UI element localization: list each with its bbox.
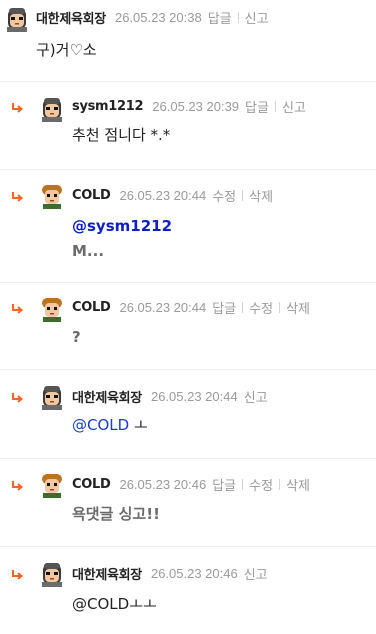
comment-meta: 대한제육회장 26.05.23 20:46 신고 [72, 563, 268, 583]
delete-link[interactable]: 삭제 [249, 186, 273, 205]
divider [242, 189, 244, 201]
delete-link[interactable]: 삭제 [286, 298, 310, 317]
comment-meta: COLD 26.05.23 20:46 답글 수정 삭제 [72, 474, 310, 494]
comment-actions: 답글 신고 [245, 97, 306, 116]
comment-author[interactable]: 대한제육회장 [72, 387, 142, 406]
comment-meta: COLD 26.05.23 20:44 답글 수정 삭제 [72, 297, 310, 317]
comment-item: COLD 26.05.23 20:44 답글 수정 삭제 ? [0, 283, 376, 370]
avatar-icon[interactable] [38, 94, 66, 122]
comment-date: 26.05.23 20:46 [150, 565, 238, 581]
comment-date: 26.05.23 20:46 [119, 476, 207, 492]
reply-arrow-icon [12, 192, 24, 202]
comment-item: 대한제육회장 26.05.23 20:38 답글 신고 구)거♡소 [0, 0, 376, 82]
comment-body: ? [72, 326, 81, 348]
comment-mention[interactable]: @COLD [72, 595, 129, 613]
comment-body: 추천 점니다 *.* [72, 124, 170, 146]
comment-date: 26.05.23 20:39 [152, 98, 240, 114]
avatar-icon[interactable] [38, 181, 66, 209]
comment-meta: COLD 26.05.23 20:44 수정 삭제 [72, 185, 273, 205]
comment-text: @COLD ㅗ [72, 414, 148, 436]
comment-body: 욕댓글 싱고!! [72, 503, 160, 525]
delete-link[interactable]: 삭제 [286, 475, 310, 494]
comment-text: M... [72, 242, 105, 260]
comment-list: 대한제육회장 26.05.23 20:38 답글 신고 구)거♡소 sysm12… [0, 0, 376, 634]
divider [279, 478, 281, 490]
comment-item: 대한제육회장 26.05.23 20:44 신고 @COLD ㅗ [0, 370, 376, 459]
comment-date: 26.05.23 20:44 [150, 388, 238, 404]
comment-item: COLD 26.05.23 20:46 답글 수정 삭제 욕댓글 싱고!! [0, 459, 376, 547]
comment-actions: 답글 수정 삭제 [212, 298, 310, 317]
reply-arrow-icon [12, 304, 24, 314]
comment-body: @COLD ㅗ [72, 414, 148, 436]
comment-item: COLD 26.05.23 20:44 수정 삭제 @sysm1212 M... [0, 170, 376, 283]
comment-text: 구)거♡소 [36, 41, 97, 59]
comment-meta: 대한제육회장 26.05.23 20:44 신고 [72, 386, 268, 406]
avatar-icon[interactable] [38, 470, 66, 498]
edit-link[interactable]: 수정 [249, 475, 273, 494]
comment-text: 추천 점니다 *.* [72, 126, 171, 144]
reply-link[interactable]: 답글 [208, 8, 232, 27]
avatar-icon[interactable] [3, 4, 31, 32]
comment-actions: 답글 수정 삭제 [212, 475, 310, 494]
comment-author[interactable]: 대한제육회장 [36, 8, 106, 27]
reply-link[interactable]: 답글 [212, 475, 236, 494]
reply-link[interactable]: 답글 [245, 97, 269, 116]
comment-item: sysm1212 26.05.23 20:39 답글 신고 추천 점니다 *.* [0, 82, 376, 170]
avatar-icon[interactable] [38, 294, 66, 322]
report-link[interactable]: 신고 [244, 387, 268, 406]
comment-date: 26.05.23 20:38 [114, 9, 202, 25]
comment-actions: 신고 [244, 564, 268, 583]
comment-body: 구)거♡소 [36, 39, 97, 61]
comment-author[interactable]: 대한제육회장 [72, 564, 142, 583]
comment-text-rest: ㅗ [129, 416, 148, 434]
comment-author[interactable]: COLD [72, 300, 111, 315]
reply-arrow-icon [12, 393, 24, 403]
comment-meta: sysm1212 26.05.23 20:39 답글 신고 [72, 96, 306, 116]
reply-arrow-icon [12, 103, 24, 113]
comment-meta: 대한제육회장 26.05.23 20:38 답글 신고 [36, 7, 269, 27]
comment-author[interactable]: COLD [72, 188, 111, 203]
report-link[interactable]: 신고 [244, 564, 268, 583]
divider [279, 301, 281, 313]
comment-actions: 답글 신고 [208, 8, 269, 27]
edit-link[interactable]: 수정 [249, 298, 273, 317]
comment-text: ? [72, 328, 81, 346]
comment-text-rest: ㅗㅗ [129, 595, 157, 613]
comment-date: 26.05.23 20:44 [119, 187, 207, 203]
avatar-icon[interactable] [38, 382, 66, 410]
comment-author[interactable]: sysm1212 [72, 99, 144, 114]
avatar-icon[interactable] [38, 559, 66, 587]
comment-text: 욕댓글 싱고!! [72, 505, 160, 523]
divider [237, 11, 239, 23]
comment-body: @sysm1212 M... [72, 215, 172, 262]
comment-author[interactable]: COLD [72, 477, 111, 492]
comment-mention[interactable]: @sysm1212 [72, 215, 172, 237]
comment-actions: 수정 삭제 [212, 186, 273, 205]
divider [242, 301, 244, 313]
comment-date: 26.05.23 20:44 [119, 299, 207, 315]
divider [242, 478, 244, 490]
comment-mention[interactable]: @COLD [72, 416, 129, 434]
reply-arrow-icon [12, 570, 24, 580]
comment-text: @COLDㅗㅗ [72, 593, 157, 615]
edit-link[interactable]: 수정 [212, 186, 236, 205]
report-link[interactable]: 신고 [245, 8, 269, 27]
comment-item: 대한제육회장 26.05.23 20:46 신고 @COLDㅗㅗ [0, 547, 376, 634]
reply-arrow-icon [12, 481, 24, 491]
report-link[interactable]: 신고 [282, 97, 306, 116]
comment-actions: 신고 [244, 387, 268, 406]
comment-body: @COLDㅗㅗ [72, 593, 157, 615]
reply-link[interactable]: 답글 [212, 298, 236, 317]
divider [274, 100, 276, 112]
